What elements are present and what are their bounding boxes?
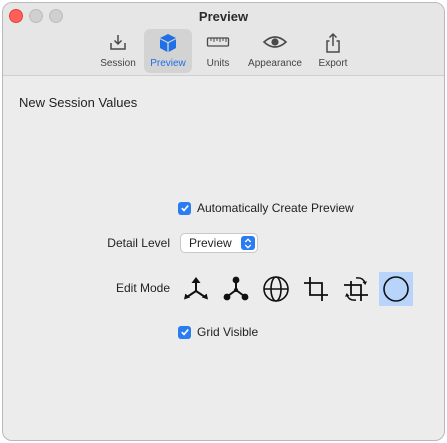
edit-mode-crop-rotate-button[interactable] [339,272,373,306]
tab-units[interactable]: Units [201,29,235,73]
crop-icon [304,277,328,301]
detail-level-popup[interactable]: Preview [180,233,258,253]
popup-chevron-icon [241,236,255,250]
edit-mode-globe-button[interactable] [259,272,293,306]
cube-icon [144,32,192,54]
tab-label: Preview [150,58,186,69]
auto-preview-label: Automatically Create Preview [197,201,354,215]
edit-mode-label: Edit Mode [115,281,170,295]
edit-mode-joint-button[interactable] [219,272,253,306]
tab-label: Appearance [248,58,302,69]
tab-label: Units [206,58,230,69]
grid-visible-checkbox-row[interactable]: Grid Visible [178,325,258,339]
checkmark-icon [180,329,189,336]
share-icon [313,32,353,54]
auto-preview-checkbox-row[interactable]: Automatically Create Preview [178,201,354,215]
auto-preview-checkbox[interactable] [178,201,191,215]
joint-nodes-icon [223,276,249,301]
preferences-window: Preview Session Preview Units Appearance… [2,2,445,441]
grid-visible-label: Grid Visible [197,325,259,339]
edit-mode-circle-button[interactable] [379,272,413,306]
checkmark-icon [180,205,189,212]
circle-icon [383,276,409,302]
tab-appearance[interactable]: Appearance [243,29,307,73]
ruler-icon [201,32,235,54]
window-title: Preview [198,9,249,24]
detail-level-value: Preview [189,236,232,250]
crop-rotate-icon [344,277,368,301]
tab-label: Session [100,58,136,69]
grid-visible-checkbox[interactable] [178,325,191,339]
globe-icon [263,276,289,302]
tab-export[interactable]: Export [313,29,353,73]
detail-level-label: Detail Level [107,236,170,250]
title-bar: Preview Session Preview Units Appearance… [3,3,444,76]
eye-icon [243,32,307,54]
move-axes-icon [184,277,208,300]
tray-download-icon [99,32,137,54]
tab-preview[interactable]: Preview [144,29,192,73]
edit-mode-crop-button[interactable] [299,272,333,306]
tab-label: Export [318,58,348,69]
tab-session[interactable]: Session [99,29,137,73]
section-title: New Session Values [19,95,138,110]
edit-mode-move-button[interactable] [179,272,213,306]
